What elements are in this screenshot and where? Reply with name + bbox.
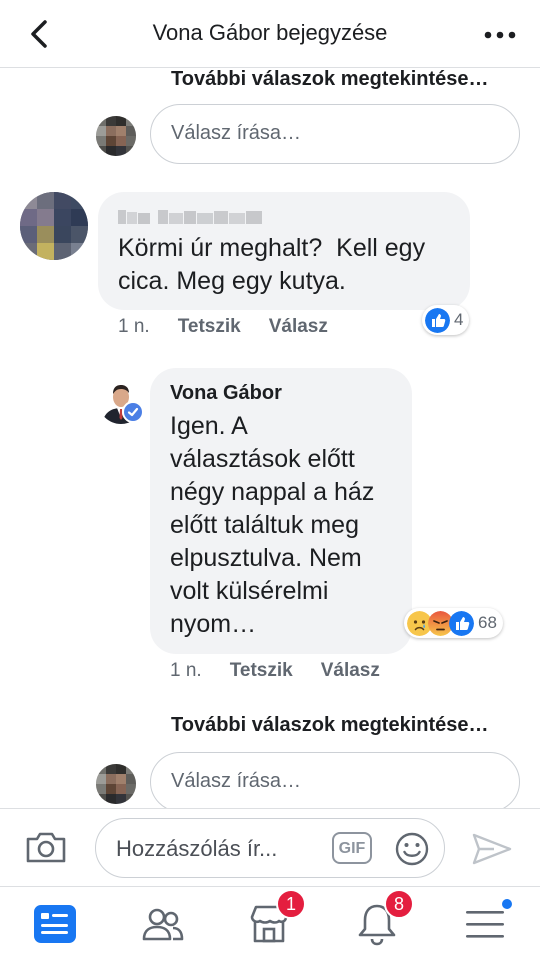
comment-author[interactable]: Vona Gábor bbox=[170, 382, 282, 405]
comment-text: Körmi úr meghalt? Kell egy cica. Meg egy… bbox=[118, 234, 426, 295]
more-replies-link[interactable]: További válaszok megtekintése… bbox=[171, 714, 489, 737]
reply-link[interactable]: Válasz bbox=[321, 660, 380, 681]
reply-composer: Válasz írása… bbox=[96, 104, 526, 166]
camera-icon[interactable] bbox=[24, 827, 68, 867]
reaction-summary[interactable]: 4 bbox=[422, 305, 470, 335]
comment-input-placeholder: Hozzászólás ír... bbox=[116, 836, 278, 861]
comment-text: Igen. A választások előtt négy nappal a … bbox=[170, 412, 375, 638]
friends-icon bbox=[142, 908, 184, 941]
smiley-icon[interactable] bbox=[394, 831, 430, 867]
bottom-tab-bar: 1 8 bbox=[0, 886, 540, 960]
reaction-count: 68 bbox=[478, 613, 497, 632]
more-replies-link[interactable]: További válaszok megtekintése… bbox=[171, 68, 489, 91]
marketplace-badge: 1 bbox=[276, 889, 306, 919]
comment-bubble[interactable]: Vona Gábor Igen. A választások előtt nég… bbox=[150, 368, 412, 654]
comment-thread: További válaszok megtekintése… Válasz ír… bbox=[0, 68, 540, 808]
news-feed-icon bbox=[34, 905, 76, 943]
blurred-author-name bbox=[118, 210, 262, 224]
comment-time: 1 n. bbox=[170, 660, 202, 681]
comment-meta: 1 n. Tetszik Válasz bbox=[170, 660, 380, 682]
like-link[interactable]: Tetszik bbox=[230, 660, 293, 681]
tab-menu[interactable] bbox=[462, 897, 514, 947]
tab-friends[interactable] bbox=[140, 901, 186, 947]
comment-meta: 1 n. Tetszik Válasz bbox=[118, 316, 328, 338]
tab-news-feed[interactable] bbox=[32, 901, 78, 947]
reply-composer: Válasz írása… bbox=[96, 752, 526, 808]
reply-link[interactable]: Válasz bbox=[269, 316, 328, 337]
comment-composer: Hozzászólás ír... GIF bbox=[0, 808, 540, 886]
gif-button[interactable]: GIF bbox=[332, 832, 372, 864]
comment-bubble[interactable]: Körmi úr meghalt? Kell egy cica. Meg egy… bbox=[98, 192, 470, 310]
like-link[interactable]: Tetszik bbox=[178, 316, 241, 337]
notifications-badge: 8 bbox=[384, 889, 414, 919]
page-title: Vona Gábor bejegyzése bbox=[152, 20, 388, 45]
menu-notification-dot bbox=[500, 897, 514, 911]
top-bar: Vona Gábor bejegyzése bbox=[0, 0, 540, 68]
reaction-count: 4 bbox=[454, 310, 464, 329]
ellipsis-icon[interactable] bbox=[482, 20, 518, 50]
reaction-summary[interactable]: 68 bbox=[404, 608, 503, 638]
tab-notifications[interactable]: 8 bbox=[354, 889, 414, 947]
avatar bbox=[96, 116, 136, 156]
verified-badge-icon bbox=[122, 401, 144, 423]
avatar bbox=[96, 764, 136, 804]
like-reaction-icon bbox=[425, 307, 450, 333]
avatar[interactable] bbox=[20, 192, 88, 260]
send-icon[interactable] bbox=[470, 831, 514, 867]
like-reaction-icon bbox=[449, 610, 474, 636]
reply-input[interactable]: Válasz írása… bbox=[150, 104, 520, 164]
comment-time: 1 n. bbox=[118, 316, 150, 337]
tab-marketplace[interactable]: 1 bbox=[246, 889, 306, 947]
comment-input[interactable]: Hozzászólás ír... GIF bbox=[95, 818, 445, 878]
reply-input[interactable]: Válasz írása… bbox=[150, 752, 520, 808]
